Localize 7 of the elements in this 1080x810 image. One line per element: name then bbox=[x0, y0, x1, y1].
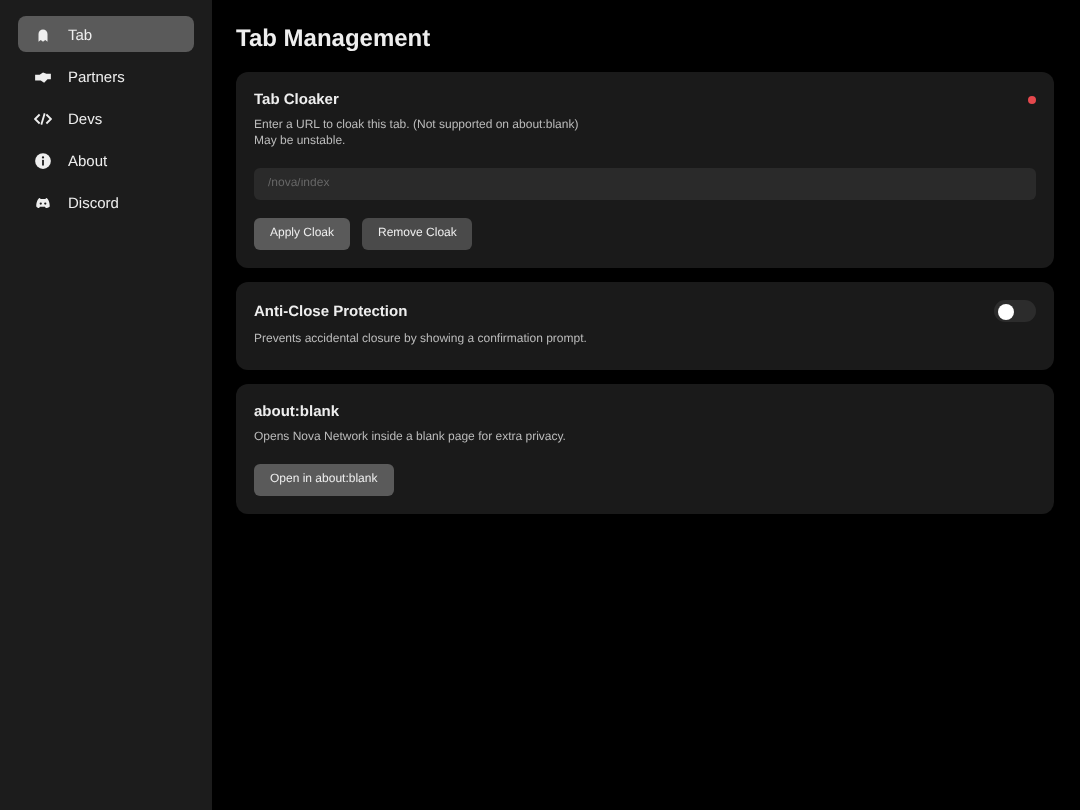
discord-icon bbox=[34, 193, 52, 211]
ghost-icon bbox=[34, 25, 52, 43]
handshake-icon bbox=[34, 67, 52, 85]
toggle-switch[interactable] bbox=[994, 300, 1036, 323]
info-icon bbox=[34, 151, 52, 169]
code-icon bbox=[34, 109, 52, 127]
page-title: Tab Management bbox=[236, 24, 433, 52]
